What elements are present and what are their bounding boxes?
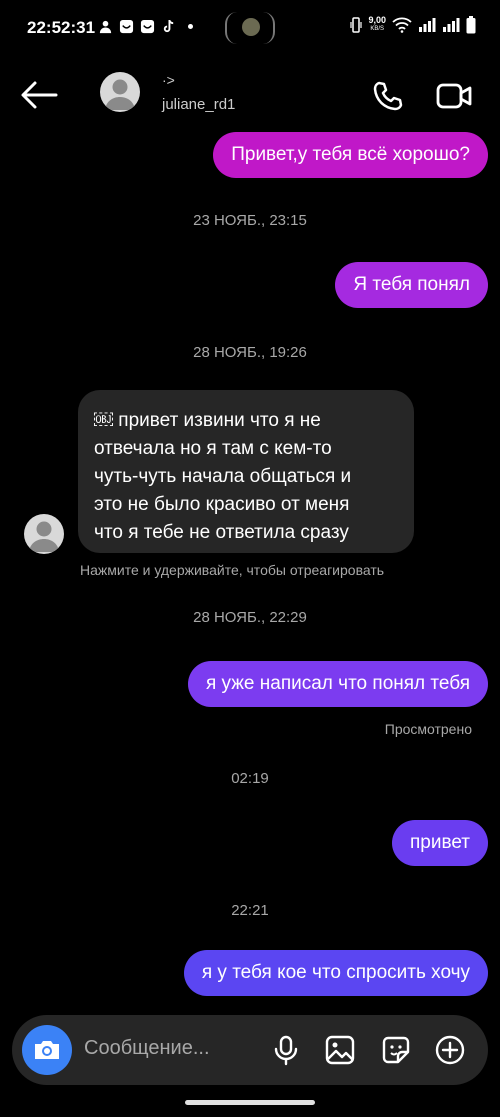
chat-header: ·> juliane_rd1	[0, 62, 500, 128]
incoming-message[interactable]: ￼ привет извини что я не отвечала но я т…	[78, 390, 414, 553]
wifi-icon	[392, 17, 412, 33]
timestamp: 22:21	[231, 902, 269, 919]
video-camera-icon[interactable]	[436, 80, 472, 112]
message-composer: Сообщение...	[12, 1015, 488, 1085]
image-icon[interactable]	[324, 1034, 356, 1066]
vibrate-icon	[350, 17, 363, 33]
message-line: что я тебе не ответила сразу	[94, 522, 349, 543]
outgoing-message[interactable]: я у тебя кое что спросить хочу	[183, 950, 488, 996]
seen-status: Просмотрено	[384, 721, 472, 737]
speed-value: 9,00	[368, 15, 386, 25]
tiktok-icon	[163, 19, 174, 33]
camera-cutout	[225, 12, 275, 44]
reaction-hint: Нажмите и удерживайте, чтобы отреагирова…	[80, 562, 385, 578]
camera-button[interactable]	[22, 1025, 72, 1075]
status-time: 22:52:31	[27, 18, 96, 37]
arrow-left-icon[interactable]	[20, 80, 58, 110]
speed-unit: KB/S	[370, 26, 385, 32]
more-notifications-dot	[188, 24, 193, 29]
battery-icon	[466, 16, 476, 34]
plus-circle-icon[interactable]	[434, 1034, 466, 1066]
phone-icon[interactable]	[372, 80, 404, 112]
sticker-icon[interactable]	[380, 1034, 412, 1066]
sender-avatar[interactable]	[24, 514, 64, 554]
timestamp: 28 НОЯБ., 19:26	[193, 344, 307, 361]
username[interactable]: juliane_rd1	[162, 96, 235, 113]
message-line: отвечала но я там с кем-то	[94, 438, 332, 459]
message-line: чуть-чуть начала общаться и	[94, 466, 352, 487]
message-input[interactable]: Сообщение...	[84, 1037, 210, 1060]
timestamp: 02:19	[231, 770, 269, 787]
profile-name[interactable]: ·>	[162, 72, 175, 88]
signal-icon-2	[443, 18, 460, 32]
message-line: ￼ привет извини что я не	[94, 410, 321, 431]
outgoing-message[interactable]: Я тебя понял	[335, 262, 488, 308]
app-notification-icon-2	[140, 19, 155, 34]
status-bar: 22:52:31 9,00 KB/S	[0, 0, 500, 58]
network-speed: 9,00 KB/S	[368, 16, 386, 34]
app-notification-icon	[119, 19, 134, 34]
notification-icons	[98, 19, 193, 34]
microphone-icon[interactable]	[270, 1034, 302, 1066]
message-line: это не было красиво от меня	[94, 494, 350, 515]
avatar[interactable]	[100, 72, 140, 112]
signal-icon	[419, 18, 436, 32]
status-right: 9,00 KB/S	[350, 16, 476, 34]
outgoing-message[interactable]: привет	[392, 820, 488, 866]
outgoing-message[interactable]: Привет,у тебя всё хорошо?	[213, 132, 488, 178]
home-indicator[interactable]	[185, 1100, 315, 1105]
timestamp: 23 НОЯБ., 23:15	[193, 212, 307, 229]
outgoing-message[interactable]: я уже написал что понял тебя	[187, 661, 488, 707]
person-icon	[99, 20, 112, 34]
timestamp: 28 НОЯБ., 22:29	[193, 609, 307, 626]
camera-icon	[35, 1041, 59, 1059]
